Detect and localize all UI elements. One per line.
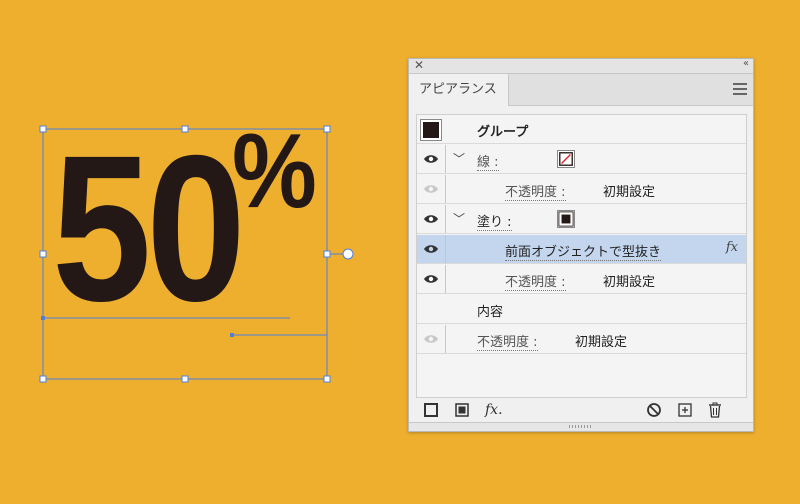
contents-label: 内容 <box>477 305 504 320</box>
tab-appearance[interactable]: アピアランス <box>409 74 509 106</box>
stroke-opacity-value: 初期設定 <box>603 185 656 200</box>
group-thumbnail <box>420 119 442 141</box>
group-opacity-label[interactable]: 不透明度 : <box>477 331 538 351</box>
handle-top-left <box>39 125 47 133</box>
eye-separator <box>445 265 446 293</box>
effect-label[interactable]: 前面オブジェクトで型抜き <box>505 241 662 261</box>
stroke-swatch[interactable] <box>557 150 575 168</box>
hamburger-menu-icon[interactable] <box>733 83 747 95</box>
rotate-handle <box>342 248 354 260</box>
eye-separator <box>445 175 446 203</box>
fill-opacity-value: 初期設定 <box>603 275 656 290</box>
row-stroke-opacity[interactable]: 不透明度 : 初期設定 <box>417 175 746 204</box>
handle-middle-right <box>323 250 331 258</box>
clear-appearance-icon[interactable] <box>645 401 663 419</box>
panel-tabbar: アピアランス <box>409 74 753 106</box>
handle-top-center <box>181 125 189 133</box>
handle-middle-left <box>39 250 47 258</box>
handle-bottom-left <box>39 375 47 383</box>
appearance-panel: ✕ ‹‹ アピアランス グループ ﹀ 線 : 不透明度 : 初期設定 ﹀ 塗り … <box>408 58 754 432</box>
row-effect-knockout[interactable]: 前面オブジェクトで型抜き fx <box>417 235 746 264</box>
row-fill[interactable]: ﹀ 塗り : <box>417 205 746 234</box>
duplicate-item-icon[interactable] <box>676 401 694 419</box>
group-opacity-value: 初期設定 <box>575 335 628 350</box>
fill-opacity-label-text: 不透明度 : <box>505 275 566 291</box>
stroke-label-text: 線 : <box>477 155 499 171</box>
panel-titlebar[interactable]: ✕ ‹‹ <box>409 58 753 74</box>
group-label: グループ <box>477 125 529 140</box>
fill-swatch[interactable] <box>557 210 575 228</box>
eye-separator <box>445 205 446 233</box>
stroke-opacity-label-text: 不透明度 : <box>505 185 566 201</box>
handle-top-right <box>323 125 331 133</box>
fx-icon[interactable]: fx <box>726 240 738 255</box>
selection-bounding-box[interactable] <box>0 0 380 504</box>
eye-separator <box>445 235 446 263</box>
eye-icon[interactable] <box>423 243 439 255</box>
handle-bottom-right <box>323 375 331 383</box>
chevron-down-icon[interactable]: ﹀ <box>453 210 465 227</box>
eye-icon[interactable] <box>423 273 439 285</box>
row-group-opacity[interactable]: 不透明度 : 初期設定 <box>417 325 746 354</box>
row-stroke[interactable]: ﹀ 線 : <box>417 145 746 174</box>
delete-icon[interactable] <box>706 401 724 419</box>
artwork-canvas[interactable]: 50 % <box>0 0 380 504</box>
collapse-icon[interactable]: ‹‹ <box>743 58 749 69</box>
effect-label-text: 前面オブジェクトで型抜き <box>505 245 662 261</box>
row-group[interactable]: グループ <box>417 115 746 144</box>
group-opacity-label-text: 不透明度 : <box>477 335 538 351</box>
close-icon[interactable]: ✕ <box>414 58 424 72</box>
eye-icon-disabled[interactable] <box>423 333 439 345</box>
fill-label-text: 塗り : <box>477 215 512 231</box>
eye-icon[interactable] <box>423 213 439 225</box>
eye-icon[interactable] <box>423 153 439 165</box>
resize-grip[interactable] <box>409 422 753 431</box>
stroke-label[interactable]: 線 : <box>477 151 499 171</box>
row-contents[interactable]: 内容 <box>417 295 746 324</box>
row-fill-opacity[interactable]: 不透明度 : 初期設定 <box>417 265 746 294</box>
add-stroke-icon[interactable] <box>422 401 440 419</box>
fill-label[interactable]: 塗り : <box>477 211 512 231</box>
eye-separator <box>445 325 446 353</box>
fill-opacity-label[interactable]: 不透明度 : <box>505 271 566 291</box>
stroke-opacity-label[interactable]: 不透明度 : <box>505 181 566 201</box>
handle-bottom-center <box>181 375 189 383</box>
appearance-list: グループ ﹀ 線 : 不透明度 : 初期設定 ﹀ 塗り : 前面オブジェクトで型… <box>416 114 747 398</box>
chevron-down-icon[interactable]: ﹀ <box>453 150 465 167</box>
panel-footer-toolbar: fx. <box>409 401 753 423</box>
add-fill-icon[interactable] <box>453 401 471 419</box>
eye-icon-disabled[interactable] <box>423 183 439 195</box>
eye-separator <box>445 145 446 173</box>
add-effect-icon[interactable]: fx. <box>485 401 509 419</box>
